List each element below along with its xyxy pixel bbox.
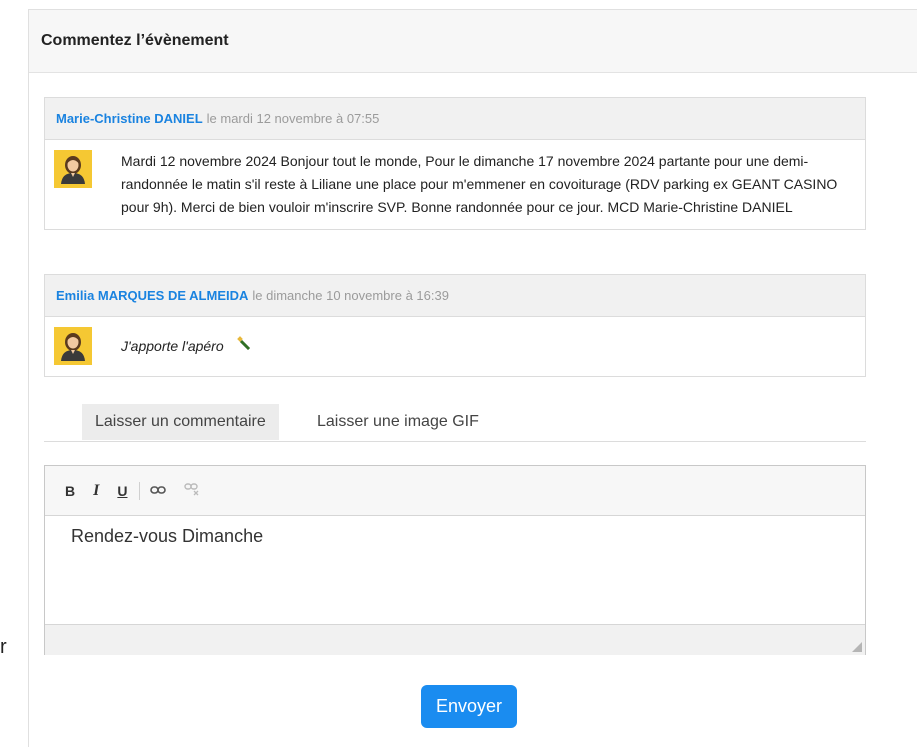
link-button[interactable] [150,483,167,499]
avatar [54,150,92,188]
bold-button[interactable]: B [65,483,75,499]
link-icon [150,485,167,494]
user-avatar-icon [61,156,85,184]
comment-date: le dimanche 10 novembre à 16:39 [252,288,449,303]
toolbar-divider [139,481,141,500]
tab-comment[interactable]: Laisser un commentaire [82,404,279,440]
italic-button[interactable]: I [93,482,99,500]
user-avatar-icon [61,333,85,361]
comment-body: Mardi 12 novembre 2024 Bonjour tout le m… [45,140,865,229]
comment-item: Marie-Christine DANIEL le mardi 12 novem… [44,97,866,230]
comment-text: Mardi 12 novembre 2024 Bonjour tout le m… [121,153,838,215]
comment-item: Emilia MARQUES DE ALMEIDA le dimanche 10… [44,274,866,378]
unlink-button[interactable] [184,482,200,499]
comment-date: le mardi 12 novembre à 07:55 [206,111,380,126]
comment-tabs: Laisser un commentaire Laisser une image… [44,404,866,442]
underline-button[interactable]: U [117,483,127,499]
comment-text-line: J'apporte l'apéro [121,327,252,366]
editor-toolbar: B I U [45,466,865,516]
avatar [54,327,92,365]
comment-author-link[interactable]: Marie-Christine DANIEL [56,111,203,126]
champagne-bottle-icon [236,328,252,366]
stray-text: r [0,636,7,658]
tab-gif[interactable]: Laisser une image GIF [304,404,492,440]
comment-header: Emilia MARQUES DE ALMEIDA le dimanche 10… [45,275,865,317]
comment-editor: B I U Rendez-vous Dimanche [44,465,866,655]
comment-author-link[interactable]: Emilia MARQUES DE ALMEIDA [56,288,248,303]
comment-text: J'apporte l'apéro [121,338,224,354]
panel-title: Commentez l’évènement [41,32,229,49]
comment-body: J'apporte l'apéro [45,317,865,376]
editor-statusbar [45,624,865,655]
comment-textarea[interactable]: Rendez-vous Dimanche [45,516,865,624]
comment-panel: Commentez l’évènement Marie-Christine DA… [28,9,917,747]
resize-handle-icon[interactable] [852,642,862,652]
comment-header: Marie-Christine DANIEL le mardi 12 novem… [45,98,865,140]
send-button[interactable]: Envoyer [421,685,517,728]
panel-header: Commentez l’évènement [29,10,917,73]
unlink-icon [184,483,199,496]
